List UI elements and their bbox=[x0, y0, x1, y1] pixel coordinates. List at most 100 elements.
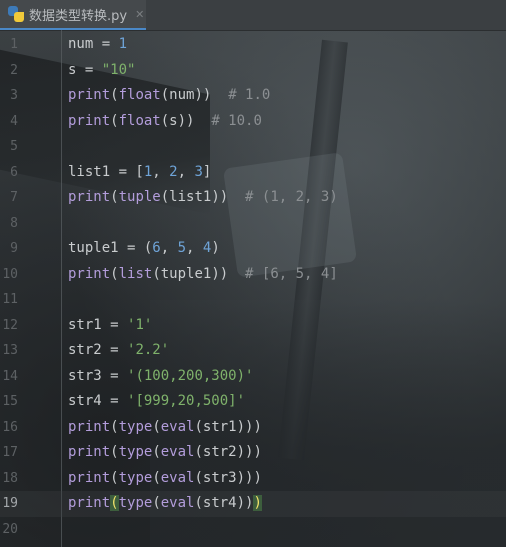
code-token: (str3))) bbox=[194, 469, 262, 486]
code-line[interactable]: 17 print(type(eval(str2))) bbox=[0, 440, 506, 466]
code-text: print(float(s)) # 10.0 bbox=[68, 109, 262, 135]
code-token: print bbox=[68, 87, 111, 103]
line-number[interactable]: 14 bbox=[0, 364, 18, 390]
line-number[interactable]: 6 bbox=[0, 160, 18, 186]
code-line[interactable]: 14 str3 = '(100,200,300)' bbox=[0, 364, 506, 390]
line-number[interactable]: 18 bbox=[0, 466, 18, 492]
code-token: print bbox=[68, 444, 111, 460]
code-token: str2 = bbox=[68, 342, 128, 358]
code-token: tuple bbox=[118, 189, 161, 205]
line-number[interactable]: 3 bbox=[0, 83, 18, 109]
code-token: ( bbox=[152, 444, 161, 460]
python-file-icon bbox=[8, 6, 24, 22]
code-line[interactable]: 2 s = "10" bbox=[0, 58, 506, 84]
code-token: ( bbox=[110, 87, 119, 103]
code-line[interactable]: 20 bbox=[0, 517, 506, 543]
code-token: (num)) bbox=[160, 87, 229, 103]
code-token: print bbox=[68, 265, 111, 282]
line-number[interactable]: 10 bbox=[0, 262, 18, 288]
code-token: (s)) bbox=[160, 112, 212, 129]
code-token: (list1)) bbox=[160, 189, 246, 205]
line-number[interactable]: 20 bbox=[0, 517, 18, 543]
code-token: (str2))) bbox=[194, 444, 262, 460]
code-line[interactable]: 8 bbox=[0, 211, 506, 237]
line-number[interactable]: 2 bbox=[0, 58, 18, 84]
code-token: '(100,200,300)' bbox=[127, 367, 254, 384]
code-token: type bbox=[118, 469, 153, 486]
code-token: # [6, 5, 4] bbox=[245, 265, 338, 282]
code-token: float bbox=[118, 87, 161, 103]
code-token: 5 bbox=[177, 240, 187, 256]
code-line[interactable]: 11 bbox=[0, 287, 506, 313]
code-line[interactable]: 7 print(tuple(list1)) # (1, 2, 3) bbox=[0, 185, 506, 211]
code-token: (str1))) bbox=[194, 418, 262, 435]
code-token: '2.2' bbox=[127, 342, 170, 358]
code-line[interactable]: 16 print(type(eval(str1))) bbox=[0, 415, 506, 441]
line-number[interactable]: 7 bbox=[0, 185, 18, 211]
code-token: ) bbox=[253, 495, 262, 511]
code-text: str2 = '2.2' bbox=[68, 338, 169, 364]
code-token: , bbox=[152, 163, 170, 180]
code-token: '1' bbox=[127, 316, 153, 333]
code-line[interactable]: 3 print(float(num)) # 1.0 bbox=[0, 83, 506, 109]
code-token: eval bbox=[160, 444, 195, 460]
file-tab[interactable]: 数据类型转换.py ✕ bbox=[0, 0, 146, 30]
line-number[interactable]: 4 bbox=[0, 109, 18, 135]
code-text: print(float(num)) # 1.0 bbox=[68, 83, 270, 109]
code-token: '[999,20,500]' bbox=[127, 393, 246, 409]
line-number[interactable]: 8 bbox=[0, 211, 18, 237]
line-number[interactable]: 17 bbox=[0, 440, 18, 466]
code-token: 2 bbox=[169, 163, 178, 180]
code-token: print bbox=[68, 495, 111, 511]
code-token: (str4)) bbox=[194, 495, 254, 511]
line-number[interactable]: 19 bbox=[0, 491, 18, 517]
code-token: ) bbox=[211, 240, 220, 256]
code-text: tuple1 = (6, 5, 4) bbox=[68, 236, 220, 262]
code-token: "10" bbox=[101, 61, 136, 78]
code-text: str4 = '[999,20,500]' bbox=[68, 389, 245, 415]
line-number[interactable]: 12 bbox=[0, 313, 18, 339]
code-text: s = "10" bbox=[68, 58, 135, 84]
line-number[interactable]: 1 bbox=[0, 32, 18, 58]
code-text: print(type(eval(str2))) bbox=[68, 440, 262, 466]
code-line[interactable]: 13 str2 = '2.2' bbox=[0, 338, 506, 364]
code-token: ( bbox=[110, 418, 119, 435]
code-line[interactable]: 10 print(list(tuple1)) # [6, 5, 4] bbox=[0, 262, 506, 288]
line-number[interactable]: 5 bbox=[0, 134, 18, 160]
code-token: ( bbox=[152, 418, 161, 435]
code-text: print(tuple(list1)) # (1, 2, 3) bbox=[68, 185, 338, 211]
line-number[interactable]: 16 bbox=[0, 415, 18, 441]
line-number[interactable]: 9 bbox=[0, 236, 18, 262]
code-token: list1 = [ bbox=[68, 163, 144, 180]
code-line[interactable]: 9 tuple1 = (6, 5, 4) bbox=[0, 236, 506, 262]
code-line[interactable]: 6 list1 = [1, 2, 3] bbox=[0, 160, 506, 186]
code-token: eval bbox=[160, 469, 195, 486]
code-token: str1 = bbox=[68, 316, 128, 333]
code-line[interactable]: 1 num = 1 bbox=[0, 32, 506, 58]
code-token: ( bbox=[110, 112, 119, 129]
code-line[interactable]: 5 bbox=[0, 134, 506, 160]
line-number[interactable]: 11 bbox=[0, 287, 18, 313]
code-line[interactable]: 4 print(float(s)) # 10.0 bbox=[0, 109, 506, 135]
code-token: num = bbox=[68, 36, 119, 52]
code-token: type bbox=[118, 444, 153, 460]
code-token: print bbox=[68, 469, 111, 486]
code-editor[interactable]: 1 num = 12s = "10" 3 print(float(num)) # 1.… bbox=[0, 30, 506, 547]
code-text: str3 = '(100,200,300)' bbox=[68, 364, 253, 390]
code-token: eval bbox=[160, 495, 195, 511]
close-tab-icon[interactable]: ✕ bbox=[135, 8, 144, 21]
code-line[interactable]: 12 str1 = '1' bbox=[0, 313, 506, 339]
code-token: 1 bbox=[118, 36, 128, 52]
code-token: ( bbox=[152, 469, 161, 486]
code-line[interactable]: 15 str4 = '[999,20,500]' bbox=[0, 389, 506, 415]
code-text: print(list(tuple1)) # [6, 5, 4] bbox=[68, 262, 338, 288]
code-text: print(type(eval(str1))) bbox=[68, 415, 262, 441]
code-token: ( bbox=[110, 265, 119, 282]
line-number[interactable]: 15 bbox=[0, 389, 18, 415]
line-number[interactable]: 13 bbox=[0, 338, 18, 364]
code-line[interactable]: 19 print(type(eval(str4))) bbox=[0, 491, 506, 517]
ide-window: 数据类型转换.py ✕ 1 num = 12s = "10" 3 print(floa… bbox=[0, 0, 506, 547]
code-token: s = bbox=[68, 61, 102, 78]
code-line[interactable]: 18 print(type(eval(str3))) bbox=[0, 466, 506, 492]
code-token: # (1, 2, 3) bbox=[245, 189, 338, 205]
